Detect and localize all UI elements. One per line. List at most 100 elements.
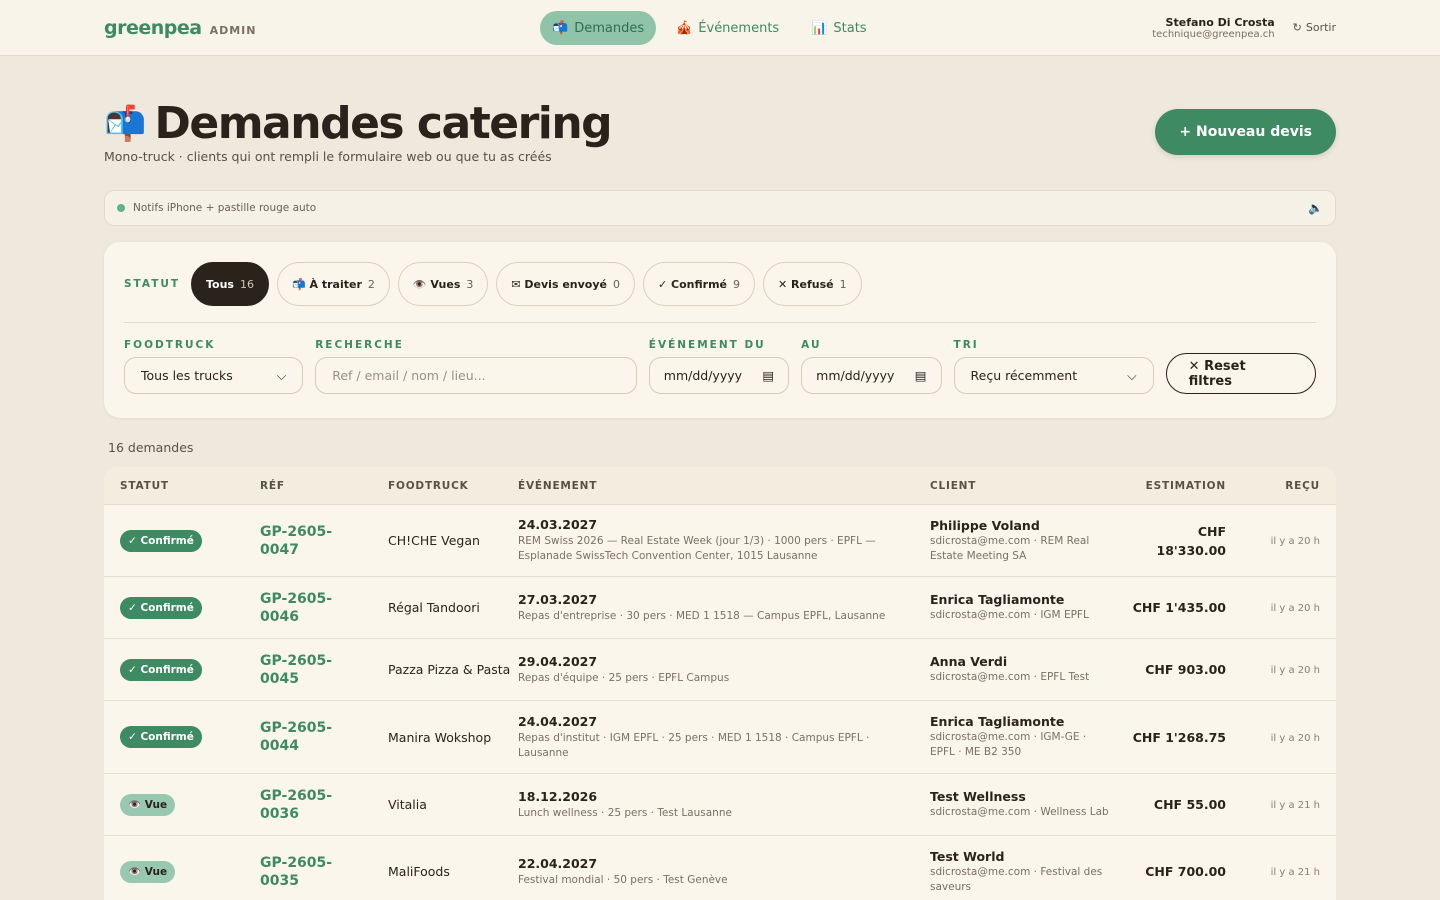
user-area: Stefano Di Crosta technique@greenpea.ch … — [1152, 16, 1336, 40]
client-name: Anna Verdi — [930, 654, 1008, 669]
received-cell: il y a 20 h — [1226, 730, 1336, 745]
date-from-input[interactable]: mm/dd/yyyy ▤ — [648, 357, 790, 394]
table-row[interactable]: 👁️ Vue GP-2605- 0036 Vitalia 18.12.2026 Lunch… — [104, 774, 1336, 836]
event-date: 27.03.2027 — [518, 591, 598, 607]
estimation-cell: CHF 700.00 — [1120, 862, 1226, 881]
ref-link[interactable]: GP-2605- 0045 — [260, 652, 388, 688]
ref-cell: GP-2605- 0047 — [260, 523, 388, 559]
pill-count: 16 — [239, 277, 254, 291]
sort-select[interactable]: Reçu récemment ⌵ — [953, 357, 1154, 394]
ref-prefix: GP-2605- — [260, 854, 333, 871]
received-time: il y a 20 h — [1270, 665, 1320, 676]
reset-filters-button[interactable]: ✕ Reset filtres — [1165, 353, 1316, 394]
circus-tent-icon: 🎪 — [676, 20, 693, 36]
calendar-icon[interactable]: ▤ — [762, 368, 774, 383]
event-date: 24.04.2027 — [518, 713, 598, 729]
col-recu[interactable]: REÇU — [1226, 480, 1336, 492]
received-time: il y a 21 h — [1270, 800, 1320, 811]
foodtruck-select[interactable]: Tous les trucks ⌵ — [124, 357, 304, 394]
status-badge: ✓ Confirmé — [120, 529, 202, 552]
pill-count: 0 — [612, 277, 620, 291]
ref-link[interactable]: GP-2605- 0046 — [260, 590, 388, 626]
col-foodtruck[interactable]: FOODTRUCK — [388, 480, 518, 492]
search-input[interactable]: Ref / email / nom / lieu... — [315, 357, 637, 394]
received-time: il y a 20 h — [1270, 536, 1320, 547]
status-cell: ✓ Confirmé — [104, 658, 260, 681]
status-pill-confirme[interactable]: ✓ Confirmé 9 — [642, 262, 755, 306]
estimation-cell: CHF 55.00 — [1120, 795, 1226, 814]
status-pill-a-traiter[interactable]: 📬 À traiter 2 — [276, 262, 390, 306]
table-row[interactable]: ✓ Confirmé GP-2605- 0044 Manira Wokshop 24.0… — [104, 701, 1336, 774]
received-time: il y a 20 h — [1270, 603, 1320, 614]
ref-cell: GP-2605- 0035 — [260, 854, 388, 890]
col-client[interactable]: CLIENT — [930, 480, 1120, 492]
status-cell: 👁️ Vue — [104, 793, 260, 816]
new-quote-button[interactable]: + Nouveau devis — [1155, 109, 1336, 155]
foodtruck-value: Tous les trucks — [141, 368, 233, 383]
date-to-value: mm/dd/yyyy — [816, 368, 895, 383]
status-badge: 👁️ Vue — [120, 793, 176, 816]
user-name: Stefano Di Crosta — [1165, 15, 1275, 29]
user-info: Stefano Di Crosta technique@greenpea.ch — [1152, 16, 1274, 40]
foodtruck-name: CH!CHE Vegan — [388, 533, 480, 548]
client-details: sdicrosta@me.com · IGM EPFL — [930, 609, 1089, 621]
speaker-icon[interactable]: 🔈 — [1308, 201, 1323, 215]
status-badge: 👁️ Vue — [120, 860, 176, 883]
search-label: RECHERCHE — [315, 339, 404, 351]
logout-button[interactable]: ↻ Sortir — [1293, 21, 1336, 34]
sort-field: TRI Reçu récemment ⌵ — [953, 339, 1154, 394]
ref-cell: GP-2605- 0045 — [260, 652, 388, 688]
foodtruck-name: MaliFoods — [388, 864, 450, 879]
table-row[interactable]: ✓ Confirmé GP-2605- 0047 CH!CHE Vegan 24.03.… — [104, 505, 1336, 577]
event-date: 22.04.2027 — [518, 855, 598, 871]
status-pill-tous[interactable]: Tous 16 — [191, 262, 269, 306]
col-estimation[interactable]: ESTIMATION — [1120, 480, 1226, 492]
nav-demandes-label: Demandes — [574, 20, 645, 36]
estimation-cell: CHF 1'435.00 — [1120, 598, 1226, 617]
ref-link[interactable]: GP-2605- 0035 — [260, 854, 388, 890]
ref-link[interactable]: GP-2605- 0044 — [260, 719, 388, 755]
client-cell: Anna Verdi sdicrosta@me.com · EPFL Test — [930, 654, 1120, 685]
date-to-input[interactable]: mm/dd/yyyy ▤ — [801, 357, 942, 394]
brand[interactable]: greenpea ADMIN — [104, 17, 256, 39]
nav-demandes[interactable]: 📬 Demandes — [540, 11, 657, 45]
calendar-icon[interactable]: ▤ — [915, 368, 927, 383]
ref-link[interactable]: GP-2605- 0036 — [260, 787, 388, 823]
client-name: Philippe Voland — [930, 517, 1040, 533]
status-pill-devis-envoye[interactable]: ✉ Devis envoyé 0 — [496, 262, 635, 306]
col-statut[interactable]: STATUT — [104, 480, 260, 492]
mailbox-icon: 📬 — [104, 103, 147, 144]
pill-label: ✓ Confirmé — [657, 277, 727, 291]
status-pill-vues[interactable]: 👁️ Vues 3 — [397, 262, 489, 306]
search-field: RECHERCHE Ref / email / nom / lieu... — [315, 339, 637, 394]
event-description: Repas d'entreprise · 30 pers · MED 1 151… — [518, 609, 886, 622]
ref-link[interactable]: GP-2605- 0047 — [260, 523, 388, 559]
nav-stats[interactable]: 📊 Stats — [799, 11, 878, 45]
search-placeholder: Ref / email / nom / lieu... — [332, 368, 486, 383]
filters-card: STATUT Tous 16 📬 À traiter 2 👁️ Vues 3 ✉… — [104, 242, 1336, 418]
foodtruck-name: Pazza Pizza & Pasta — [388, 662, 511, 677]
table-row[interactable]: ✓ Confirmé GP-2605- 0046 Régal Tandoori 27.0… — [104, 577, 1336, 639]
client-details: sdicrosta@me.com · REM Real Estate Meeti… — [930, 534, 1090, 562]
col-evenement[interactable]: ÉVÉNEMENT — [518, 480, 930, 492]
received-cell: il y a 20 h — [1226, 662, 1336, 677]
foodtruck-name: Régal Tandoori — [388, 600, 480, 615]
pill-label: 📬 À traiter — [291, 277, 362, 291]
foodtruck-cell: Vitalia — [388, 795, 518, 814]
event-description: REM Swiss 2026 — Real Estate Week (jour … — [518, 535, 876, 562]
results-count: 16 demandes — [108, 440, 194, 455]
received-cell: il y a 21 h — [1226, 864, 1336, 879]
page-title: 📬 Demandes catering — [104, 98, 1336, 149]
client-details: sdicrosta@me.com · IGM-GE · EPFL · ME B2… — [930, 731, 1087, 758]
foodtruck-cell: CH!CHE Vegan — [388, 531, 518, 550]
table-row[interactable]: ✓ Confirmé GP-2605- 0045 Pazza Pizza & Past… — [104, 639, 1336, 701]
nav-evenements[interactable]: 🎪 Événements — [664, 11, 791, 45]
pill-label: ✕ Refusé — [778, 277, 834, 291]
table-row[interactable]: 👁️ Vue GP-2605- 0035 MaliFoods 22.04.2027 Fes… — [104, 836, 1336, 900]
col-ref[interactable]: RÉF — [260, 480, 388, 492]
client-cell: Enrica Tagliamonte sdicrosta@me.com · IGM… — [930, 592, 1120, 623]
status-pill-refuse[interactable]: ✕ Refusé 1 — [763, 262, 862, 306]
ref-prefix: GP-2605- — [260, 652, 333, 669]
event-description: Festival mondial · 50 pers · Test Genève — [518, 873, 728, 886]
brand-logo[interactable]: greenpea — [104, 17, 202, 39]
